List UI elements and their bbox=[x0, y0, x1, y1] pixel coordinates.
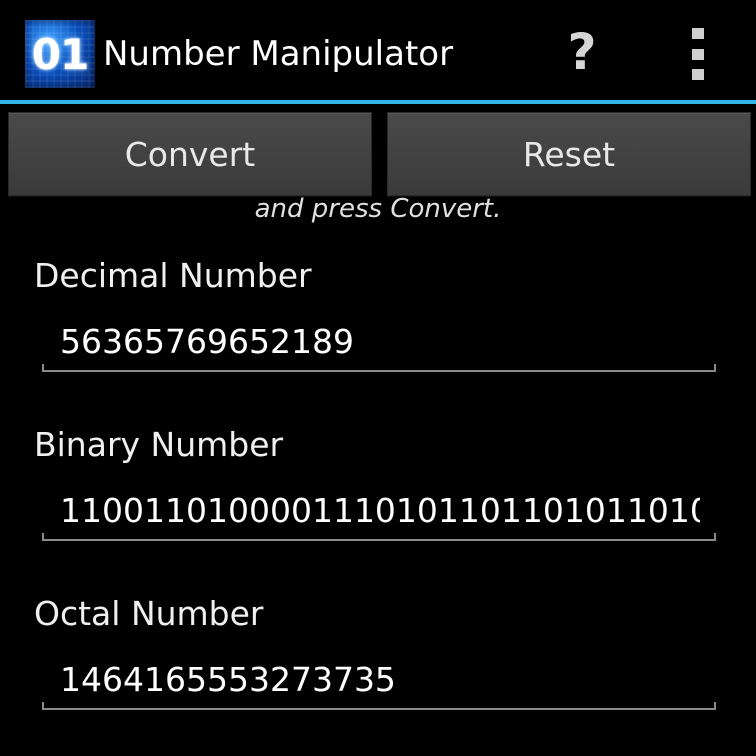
decimal-value: 56365769652189 bbox=[60, 322, 354, 361]
app-title: Number Manipulator bbox=[103, 34, 454, 74]
overflow-menu-icon[interactable] bbox=[680, 28, 716, 80]
octal-field-underline bbox=[42, 702, 716, 710]
octal-label: Octal Number bbox=[34, 594, 264, 633]
app-icon[interactable]: 01 bbox=[25, 20, 95, 88]
action-bar-divider bbox=[0, 100, 756, 104]
decimal-label: Decimal Number bbox=[34, 256, 312, 295]
decimal-field[interactable]: 56365769652189 bbox=[42, 316, 716, 372]
overflow-dot bbox=[692, 28, 704, 39]
overflow-dot bbox=[692, 69, 704, 80]
decimal-field-underline bbox=[42, 364, 716, 372]
help-icon[interactable]: ? bbox=[558, 22, 606, 82]
binary-label: Binary Number bbox=[34, 425, 284, 464]
app-icon-text: 01 bbox=[31, 29, 89, 79]
binary-field-underline bbox=[42, 533, 716, 541]
screen: 01 Number Manipulator ? and press Conver… bbox=[0, 0, 756, 756]
action-bar: 01 Number Manipulator ? bbox=[0, 0, 756, 100]
binary-value: 1100110100001110101101101011010 bbox=[60, 491, 700, 530]
convert-button[interactable]: Convert bbox=[8, 112, 372, 196]
octal-value: 1464165553273735 bbox=[60, 660, 396, 699]
octal-field[interactable]: 1464165553273735 bbox=[42, 654, 716, 710]
reset-button[interactable]: Reset bbox=[387, 112, 751, 196]
overflow-dot bbox=[692, 48, 704, 60]
binary-field[interactable]: 1100110100001110101101101011010 bbox=[42, 485, 716, 541]
